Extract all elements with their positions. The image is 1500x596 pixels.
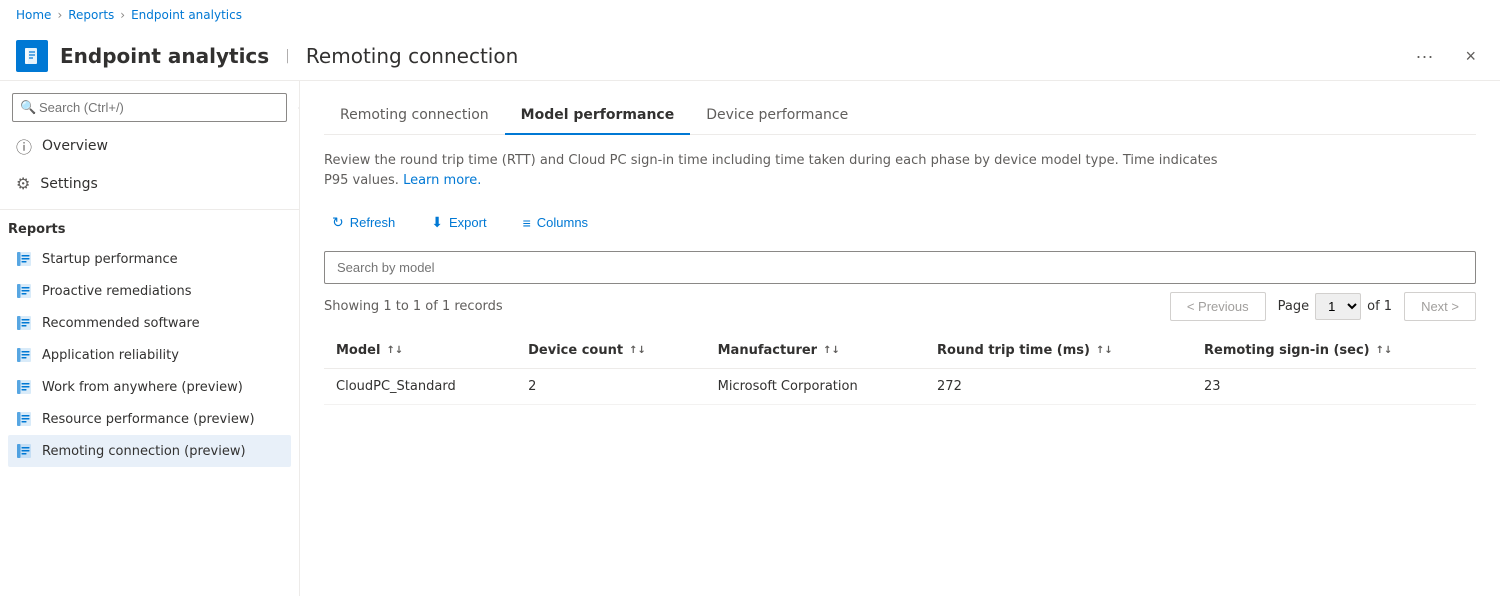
page-select[interactable]: 1: [1315, 293, 1361, 320]
breadcrumb-reports[interactable]: Reports: [68, 8, 114, 22]
sidebar-item-proactive-remediations[interactable]: Proactive remediations: [8, 275, 291, 307]
report-icon-remoting-connection: [16, 443, 32, 459]
columns-button[interactable]: ≡ Columns: [515, 211, 596, 235]
sidebar-item-proactive-remediations-label: Proactive remediations: [42, 284, 192, 299]
page-title-sub: Remoting connection: [306, 44, 518, 68]
col-device-count[interactable]: Device count ↑↓: [516, 333, 705, 369]
sidebar-item-startup-performance-label: Startup performance: [42, 252, 178, 267]
sidebar-item-overview-label: Overview: [42, 138, 108, 154]
col-remoting-sign-in[interactable]: Remoting sign-in (sec) ↑↓: [1192, 333, 1476, 369]
sidebar-item-work-from-anywhere-label: Work from anywhere (preview): [42, 380, 243, 395]
report-icon-resource-performance: [16, 411, 32, 427]
next-button[interactable]: Next >: [1404, 292, 1476, 321]
sidebar-section-reports-header: Reports: [0, 209, 299, 243]
table-row: CloudPC_Standard 2 Microsoft Corporation…: [324, 369, 1476, 405]
sidebar-item-resource-performance[interactable]: Resource performance (preview): [8, 403, 291, 435]
main-layout: 🔍 « ⓘ Overview ⚙ Settings Reports: [0, 81, 1500, 596]
sidebar-search-input[interactable]: [12, 93, 287, 122]
tab-remoting-connection[interactable]: Remoting connection: [324, 97, 505, 135]
sort-icon-round-trip-time: ↑↓: [1096, 345, 1113, 356]
sidebar-item-work-from-anywhere[interactable]: Work from anywhere (preview): [8, 371, 291, 403]
breadcrumb-sep-2: ›: [120, 8, 125, 22]
showing-text: Showing 1 to 1 of 1 records: [324, 299, 503, 314]
columns-label: Columns: [537, 215, 588, 230]
export-label: Export: [449, 215, 487, 230]
breadcrumb: Home › Reports › Endpoint analytics: [0, 0, 1500, 30]
table-header: Model ↑↓ Device count ↑↓ Manufacturer: [324, 333, 1476, 369]
content-description: Review the round trip time (RTT) and Clo…: [324, 151, 1224, 190]
sort-icon-remoting-sign-in: ↑↓: [1376, 345, 1393, 356]
top-bar-left: Endpoint analytics | Remoting connection: [16, 40, 518, 72]
close-button[interactable]: ×: [1457, 42, 1484, 71]
pagination-bar: Showing 1 to 1 of 1 records < Previous P…: [324, 292, 1476, 321]
data-table: Model ↑↓ Device count ↑↓ Manufacturer: [324, 333, 1476, 405]
sidebar: 🔍 « ⓘ Overview ⚙ Settings Reports: [0, 81, 300, 596]
tab-device-performance[interactable]: Device performance: [690, 97, 864, 135]
sort-icon-device-count: ↑↓: [629, 345, 646, 356]
table-header-row: Model ↑↓ Device count ↑↓ Manufacturer: [324, 333, 1476, 369]
sidebar-item-startup-performance[interactable]: Startup performance: [8, 243, 291, 275]
pagination-controls: < Previous Page 1 of 1 Next >: [1170, 292, 1476, 321]
refresh-icon: ↻: [332, 214, 344, 231]
sidebar-item-recommended-software[interactable]: Recommended software: [8, 307, 291, 339]
report-icon-startup-performance: [16, 251, 32, 267]
sidebar-item-remoting-connection-label: Remoting connection (preview): [42, 444, 246, 459]
report-icon-proactive-remediations: [16, 283, 32, 299]
export-button[interactable]: ⬇ Export: [423, 210, 494, 235]
breadcrumb-home[interactable]: Home: [16, 8, 51, 22]
sidebar-item-application-reliability-label: Application reliability: [42, 348, 179, 363]
refresh-button[interactable]: ↻ Refresh: [324, 210, 403, 235]
cell-device-count: 2: [516, 369, 705, 405]
sidebar-item-resource-performance-label: Resource performance (preview): [42, 412, 255, 427]
col-manufacturer[interactable]: Manufacturer ↑↓: [706, 333, 925, 369]
sidebar-item-remoting-connection[interactable]: Remoting connection (preview): [8, 435, 291, 467]
sort-icon-manufacturer: ↑↓: [823, 345, 840, 356]
ellipsis-button[interactable]: ···: [1408, 42, 1442, 71]
page-of-text: of 1: [1367, 299, 1392, 314]
report-icon-work-from-anywhere: [16, 379, 32, 395]
top-bar-actions: ··· ×: [1408, 42, 1485, 71]
overview-icon: ⓘ: [16, 134, 32, 158]
report-icon-application-reliability: [16, 347, 32, 363]
table-body: CloudPC_Standard 2 Microsoft Corporation…: [324, 369, 1476, 405]
model-search-input[interactable]: [324, 251, 1476, 284]
sort-icon-model: ↑↓: [386, 345, 403, 356]
cell-round-trip-time: 272: [925, 369, 1192, 405]
col-model[interactable]: Model ↑↓: [324, 333, 516, 369]
sidebar-reports-nav: Startup performance Proactive remediatio…: [0, 243, 299, 467]
breadcrumb-endpoint-analytics[interactable]: Endpoint analytics: [131, 8, 242, 22]
columns-icon: ≡: [523, 215, 531, 231]
previous-button[interactable]: < Previous: [1170, 292, 1266, 321]
cell-remoting-sign-in: 23: [1192, 369, 1476, 405]
refresh-label: Refresh: [350, 215, 396, 230]
sidebar-nav: ⓘ Overview ⚙ Settings: [0, 126, 299, 201]
search-wrapper: 🔍 «: [12, 93, 287, 122]
tab-model-performance[interactable]: Model performance: [505, 97, 691, 135]
page-title-app: Endpoint analytics: [60, 44, 269, 68]
learn-more-link[interactable]: Learn more.: [403, 173, 481, 188]
page-label: Page: [1278, 299, 1309, 314]
search-icon: 🔍: [20, 100, 36, 115]
col-round-trip-time[interactable]: Round trip time (ms) ↑↓: [925, 333, 1192, 369]
app-icon: [16, 40, 48, 72]
sidebar-item-application-reliability[interactable]: Application reliability: [8, 339, 291, 371]
toolbar: ↻ Refresh ⬇ Export ≡ Columns: [324, 210, 1476, 235]
title-divider: |: [285, 48, 290, 64]
sidebar-item-overview[interactable]: ⓘ Overview: [8, 126, 291, 166]
cell-manufacturer: Microsoft Corporation: [706, 369, 925, 405]
breadcrumb-sep-1: ›: [57, 8, 62, 22]
tabs-bar: Remoting connection Model performance De…: [324, 97, 1476, 135]
cell-model: CloudPC_Standard: [324, 369, 516, 405]
content-area: Remoting connection Model performance De…: [300, 81, 1500, 596]
notebook-icon: [22, 46, 42, 66]
page-select-wrapper: Page 1 of 1: [1278, 293, 1392, 320]
top-bar: Endpoint analytics | Remoting connection…: [0, 30, 1500, 81]
sidebar-item-settings[interactable]: ⚙ Settings: [8, 166, 291, 201]
settings-icon: ⚙: [16, 174, 30, 193]
export-icon: ⬇: [431, 214, 443, 231]
report-icon-recommended-software: [16, 315, 32, 331]
model-search-wrapper: [324, 251, 1476, 284]
sidebar-item-settings-label: Settings: [40, 176, 97, 192]
sidebar-item-recommended-software-label: Recommended software: [42, 316, 200, 331]
